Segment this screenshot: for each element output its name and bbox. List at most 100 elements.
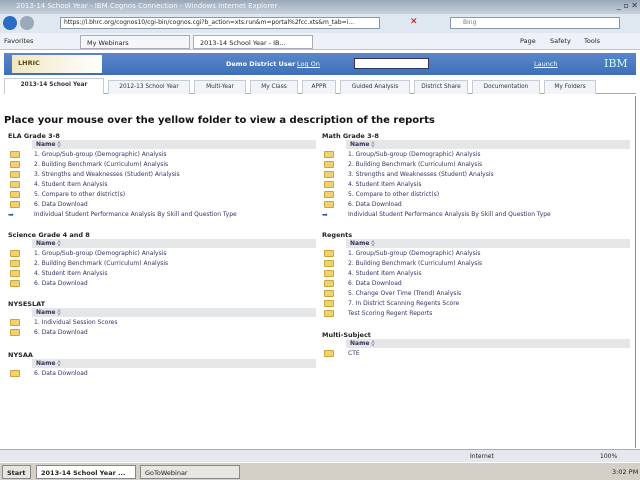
tab-my-folders[interactable]: My Folders [544,80,596,94]
launch-menu[interactable]: Launch [534,60,558,68]
report-link-icon[interactable]: ➥ [322,211,328,219]
report-item[interactable]: 6. Data Download [8,327,316,337]
cognos-search-input[interactable] [354,58,429,69]
start-button[interactable]: Start [2,465,31,479]
report-item[interactable]: 2. Building Benchmark (Curriculum) Analy… [322,258,630,268]
zoom-level[interactable]: 100% [600,453,617,460]
tab-2012-13-school-year[interactable]: 2012-13 School Year [108,80,190,94]
name-column-header[interactable]: Name ◊ [32,239,316,248]
name-column-header[interactable]: Name ◊ [32,359,316,368]
report-item-label[interactable]: 1. Group/Sub-group (Demographic) Analysi… [34,151,167,158]
report-item-label[interactable]: Individual Student Performance Analysis … [34,211,237,218]
report-item-label[interactable]: 1. Group/Sub-group (Demographic) Analysi… [348,151,481,158]
tab-guided-analysis[interactable]: Guided Analysis [340,80,410,94]
report-item[interactable]: 1. Group/Sub-group (Demographic) Analysi… [8,248,316,258]
folder-icon[interactable] [10,260,20,267]
report-item-label[interactable]: 2. Building Benchmark (Curriculum) Analy… [34,260,168,267]
folder-icon[interactable] [324,191,334,198]
report-item-label[interactable]: 5. Compare to other district(s) [348,191,439,198]
report-link-icon[interactable]: ➥ [8,211,14,219]
report-item-label[interactable]: 3. Strengths and Weaknesses (Student) An… [348,171,494,178]
report-item-label[interactable]: 1. Group/Sub-group (Demographic) Analysi… [348,250,481,257]
tab-documentation[interactable]: Documentation [472,80,540,94]
report-item[interactable]: 1. Group/Sub-group (Demographic) Analysi… [322,248,630,258]
report-item-label[interactable]: 3. Strengths and Weaknesses (Student) An… [34,171,180,178]
folder-icon[interactable] [10,171,20,178]
report-item-label[interactable]: Test Scoring Regent Reports [348,310,432,317]
folder-icon[interactable] [10,370,20,377]
report-item[interactable]: CTE [322,348,630,358]
name-column-header[interactable]: Name ◊ [32,140,316,149]
log-on-link[interactable]: Log On [297,60,320,68]
folder-icon[interactable] [324,270,334,277]
tab-school-year[interactable]: 2013-14 School Year - IB... [193,35,313,49]
name-column-header[interactable]: Name ◊ [346,140,630,149]
report-item-label[interactable]: 6. Data Download [34,370,88,377]
tab-appr[interactable]: APPR [302,80,336,94]
report-item-label[interactable]: 6. Data Download [34,201,88,208]
folder-icon[interactable] [324,250,334,257]
report-item-label[interactable]: 1. Group/Sub-group (Demographic) Analysi… [34,250,167,257]
report-item[interactable]: 6. Data Download [322,278,630,288]
report-item[interactable]: 3. Strengths and Weaknesses (Student) An… [8,169,316,179]
tab-my-class[interactable]: My Class [250,80,298,94]
tab-my-webinars[interactable]: My Webinars [80,35,190,49]
report-item[interactable]: 5. Compare to other district(s) [322,189,630,199]
report-item[interactable]: ➥ Individual Student Performance Analysis… [8,209,316,219]
report-item[interactable]: 5. Change Over Time (Trend) Analysis [322,288,630,298]
report-item-label[interactable]: 7. In District Scanning Regents Score [348,300,459,307]
folder-icon[interactable] [324,280,334,287]
report-item[interactable]: 1. Individual Session Scores [8,317,316,327]
folder-icon[interactable] [10,191,20,198]
report-item-label[interactable]: CTE [348,350,360,357]
report-item-label[interactable]: Individual Student Performance Analysis … [348,211,551,218]
folder-icon[interactable] [10,201,20,208]
report-item[interactable]: 4. Student Item Analysis [322,179,630,189]
folder-icon[interactable] [10,280,20,287]
forward-button[interactable] [20,16,34,30]
taskbar-gotowebinar[interactable]: GoToWebinar [140,465,240,479]
report-item[interactable]: 6. Data Download [322,199,630,209]
folder-icon[interactable] [324,290,334,297]
folder-icon[interactable] [10,319,20,326]
stop-icon[interactable]: ✕ [410,17,418,27]
tab-multi-year[interactable]: Multi-Year [194,80,246,94]
report-item-label[interactable]: 4. Student Item Analysis [34,270,107,277]
report-item[interactable]: 1. Group/Sub-group (Demographic) Analysi… [322,149,630,159]
folder-icon[interactable] [324,181,334,188]
folder-icon[interactable] [324,171,334,178]
report-item-label[interactable]: 5. Compare to other district(s) [34,191,125,198]
report-item-label[interactable]: 4. Student Item Analysis [34,181,107,188]
folder-icon[interactable] [324,201,334,208]
report-item[interactable]: 4. Student Item Analysis [322,268,630,278]
tab-district-share[interactable]: District Share [414,80,468,94]
name-column-header[interactable]: Name ◊ [346,339,630,348]
report-item[interactable]: 6. Data Download [8,368,316,378]
folder-icon[interactable] [10,329,20,336]
report-item[interactable]: 3. Strengths and Weaknesses (Student) An… [322,169,630,179]
folder-icon[interactable] [10,161,20,168]
folder-icon[interactable] [324,350,334,357]
report-item-label[interactable]: 6. Data Download [34,280,88,287]
report-item[interactable]: 4. Student Item Analysis [8,179,316,189]
folder-icon[interactable] [10,151,20,158]
taskbar-ie[interactable]: 2013-14 School Year ... [36,465,136,479]
name-column-header[interactable]: Name ◊ [32,308,316,317]
folder-icon[interactable] [10,250,20,257]
report-item[interactable]: 6. Data Download [8,199,316,209]
folder-icon[interactable] [10,270,20,277]
folder-icon[interactable] [10,181,20,188]
report-item-label[interactable]: 1. Individual Session Scores [34,319,118,326]
report-item-label[interactable]: 2. Building Benchmark (Curriculum) Analy… [348,161,482,168]
folder-icon[interactable] [324,260,334,267]
folder-icon[interactable] [324,310,334,317]
favorites-button[interactable]: Favorites [4,37,33,45]
report-item-label[interactable]: 6. Data Download [34,329,88,336]
report-item[interactable]: 2. Building Benchmark (Curriculum) Analy… [8,159,316,169]
folder-icon[interactable] [324,300,334,307]
folder-icon[interactable] [324,161,334,168]
report-item[interactable]: 7. In District Scanning Regents Score [322,298,630,308]
name-column-header[interactable]: Name ◊ [346,239,630,248]
window-controls[interactable]: _ ▫ ✕ [617,1,638,10]
report-item[interactable]: 2. Building Benchmark (Curriculum) Analy… [322,159,630,169]
